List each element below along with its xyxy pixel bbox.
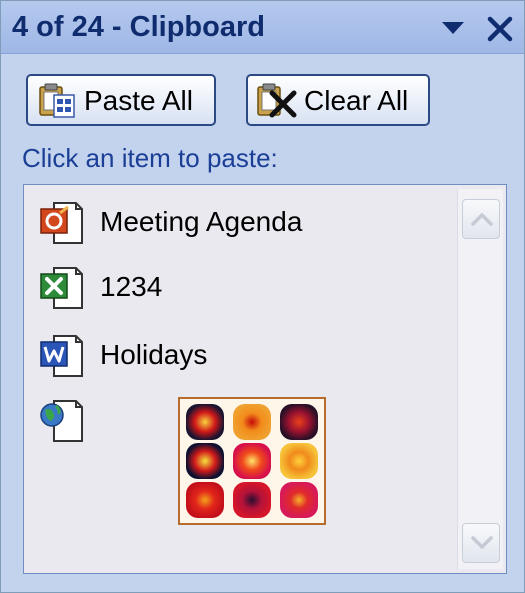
pane-options-dropdown-icon[interactable] [440, 20, 466, 36]
clipboard-items-list: Meeting Agenda 1234 Holidays [23, 184, 507, 574]
image-file-icon [38, 397, 88, 447]
list-item[interactable] [38, 397, 448, 527]
paste-all-button[interactable]: Paste All [26, 74, 216, 126]
paste-instruction: Click an item to paste: [22, 143, 278, 173]
task-pane-title: 4 of 24 - Clipboard [12, 11, 265, 43]
clear-all-icon [254, 81, 298, 119]
chevron-down-icon [471, 536, 493, 549]
paste-all-label: Paste All [84, 85, 193, 116]
paste-all-icon [34, 81, 78, 119]
clear-all-label: Clear All [304, 85, 409, 116]
clipboard-task-pane: 4 of 24 - Clipboard Paste All Clear All … [0, 0, 525, 593]
excel-file-icon [38, 264, 88, 314]
list-item[interactable]: Holidays [38, 332, 448, 382]
word-file-icon [38, 332, 88, 382]
close-icon[interactable] [485, 12, 515, 44]
list-item[interactable]: Meeting Agenda [38, 199, 448, 249]
list-item-label: Holidays [100, 339, 208, 370]
list-item[interactable]: 1234 [38, 264, 448, 314]
vertical-scrollbar[interactable] [457, 189, 503, 569]
image-thumbnail [178, 397, 326, 525]
scroll-down-button[interactable] [462, 523, 500, 563]
list-item-label: Meeting Agenda [100, 206, 303, 237]
chevron-up-icon [471, 213, 493, 226]
outlook-file-icon [38, 199, 88, 249]
list-item-label: 1234 [100, 271, 163, 302]
scroll-up-button[interactable] [462, 199, 500, 239]
task-pane-title-bar: 4 of 24 - Clipboard [1, 1, 524, 54]
clear-all-button[interactable]: Clear All [246, 74, 430, 126]
